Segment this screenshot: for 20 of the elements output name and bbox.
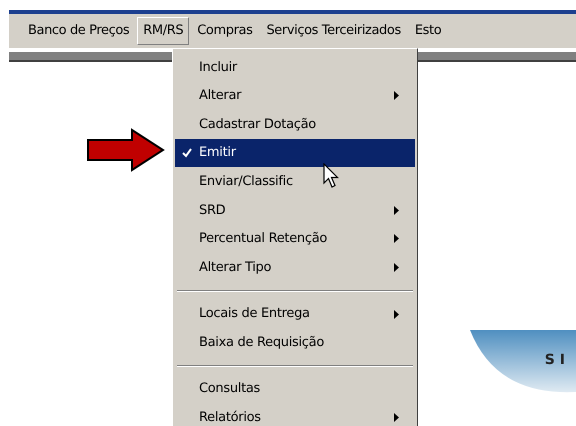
menu-item[interactable]: Alterar Tipo <box>175 253 415 282</box>
menu-item[interactable]: Emitir <box>175 138 415 168</box>
menu-item[interactable]: Consultas <box>175 374 415 404</box>
menu-bar-item[interactable]: Serviços Terceirizados <box>260 17 407 45</box>
menu-bar-item[interactable]: Compras <box>191 17 258 45</box>
menu-item[interactable]: Incluir <box>175 53 415 82</box>
menu-bar-item[interactable]: Banco de Preços <box>22 17 136 45</box>
menu-item[interactable]: Percentual Retenção <box>175 224 415 254</box>
menu-bar-item[interactable]: Esto <box>408 17 448 45</box>
menu-bar-item[interactable]: RM/RS <box>137 17 190 45</box>
menu-item[interactable]: Baixa de Requisição <box>175 328 415 357</box>
menu-item[interactable]: Alterar <box>175 82 415 110</box>
menu-item[interactable]: Enviar/Classific <box>175 167 415 196</box>
arrow-icon <box>86 128 166 172</box>
menu-item[interactable]: Locais de Entrega <box>175 300 415 328</box>
mouse-cursor-icon <box>323 163 339 189</box>
menu-item[interactable]: Cadastrar Dotação <box>175 110 415 139</box>
menu-item[interactable]: Relatórios <box>175 404 415 426</box>
logo-text: SI <box>544 351 570 370</box>
menu-item[interactable]: SRD <box>175 196 415 225</box>
